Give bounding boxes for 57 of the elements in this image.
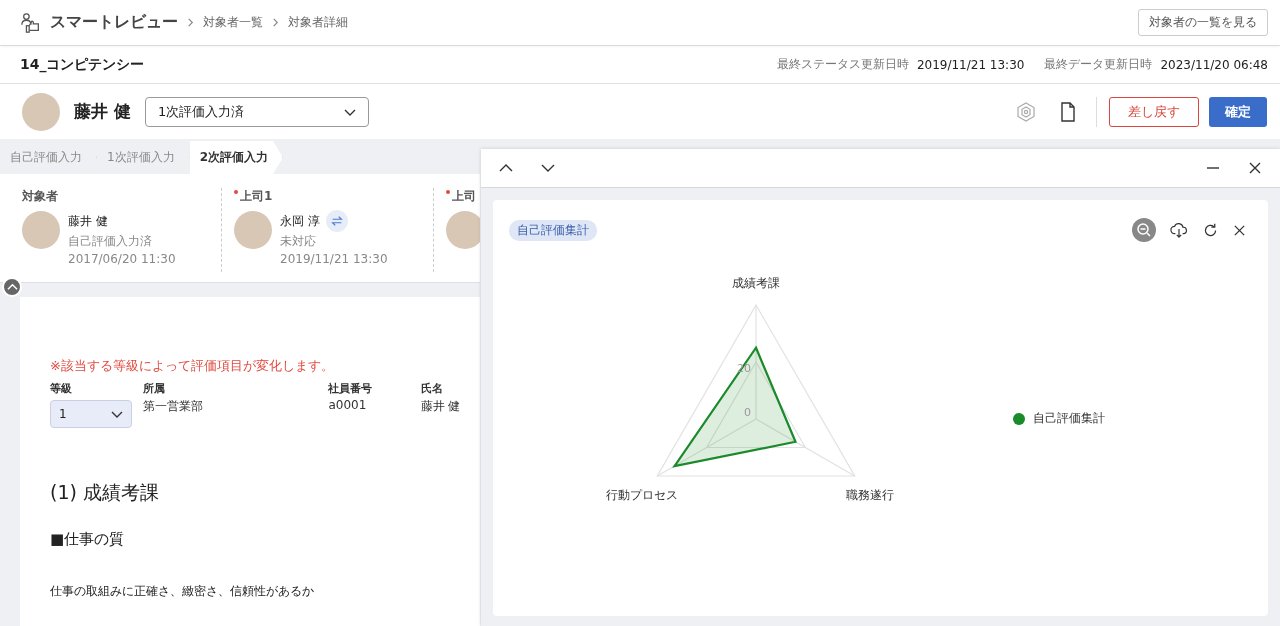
breadcrumb-link[interactable]: 対象者一覧 [203,14,263,31]
breadcrumb-link[interactable]: 対象者詳細 [288,14,348,31]
app-name: スマートレビュー [50,12,178,33]
person-date: 2017/06/20 11:30 [68,252,176,266]
field-label: 所属 [143,381,167,396]
avatar [22,92,60,131]
role-label: 上司1 [240,188,273,205]
axis-label: 行動プロセス [605,488,678,502]
field-value: a0001 [328,398,368,412]
view-list-button[interactable]: 対象者の一覧を見る [1138,9,1268,36]
page-title: 14_コンピテンシー [20,55,145,74]
field-label: 等級 [50,381,73,396]
chevron-right-icon [186,18,195,27]
confirm-button[interactable]: 確定 [1209,96,1267,127]
axis-tick-label: 0 [744,406,751,419]
person-date: 2019/11/21 13:30 [280,252,388,266]
criterion-text: 仕事の取組みに正確さ、緻密さ、信頼性があるか [50,583,315,600]
user-thumbs-up-icon [20,11,42,34]
field-label: 氏名 [420,381,444,396]
field-label: 社員番号 [328,381,374,396]
person-status: 未対応 [280,233,317,250]
field-value: 藤井 健 [420,398,462,415]
person-name: 藤井 健 [74,100,131,123]
meta-value: 2019/11/21 13:30 [916,57,1025,72]
step-tab[interactable]: 2次評価入力 [189,141,283,174]
chevron-up-icon [6,281,18,293]
axis-label: 職務遂行 [846,488,895,502]
person-name: 永岡 淳 [280,212,320,230]
refresh-icon[interactable] [1202,221,1219,239]
document-icon[interactable] [1060,101,1076,122]
notice-text: ※該当する等級によって評価項目が変化します。 [50,357,335,375]
subsection-heading: ■仕事の質 [50,530,126,549]
chevron-right-icon [271,18,280,27]
person-name: 藤井 健 [68,212,108,230]
section-heading: (1) 成績考課 [50,480,160,505]
cloud-download-icon[interactable] [1170,221,1188,239]
meta-value: 2023/11/20 06:48 [1160,57,1268,72]
avatar [22,211,60,249]
meta-label: 最終ステータス更新日時 [776,56,909,73]
swap-icon[interactable] [325,210,348,232]
role-label: 対象者 [22,188,58,205]
send-back-button[interactable]: 差し戻す [1109,96,1199,127]
role-label: 上司 [452,188,476,205]
grade-select[interactable]: 1 [50,400,132,428]
field-value: 第一営業部 [143,398,205,415]
avatar [234,211,272,249]
person-status: 自己評価入力済 [68,233,153,250]
collapse-button[interactable] [2,277,22,297]
chart-tag: 自己評価集計 [509,219,597,241]
zoom-out-icon[interactable] [1132,218,1156,242]
meta-label: 最終データ更新日時 [1044,56,1153,73]
legend-label[interactable]: 自己評価集計 [1033,410,1105,427]
avatar [446,211,480,249]
close-icon[interactable] [1248,161,1262,175]
axis-label: 成績考課 [732,276,780,290]
status-select[interactable]: 1次評価入力済 [144,96,369,127]
close-icon[interactable] [1233,223,1246,237]
